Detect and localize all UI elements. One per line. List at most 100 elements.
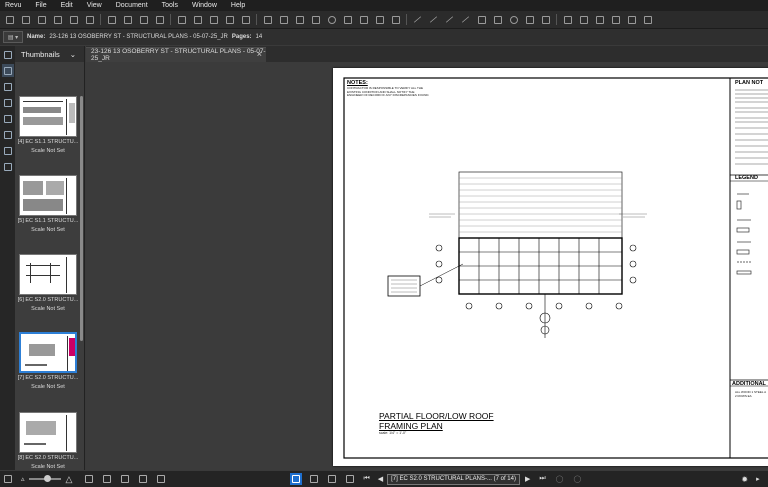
print-icon[interactable] [52,14,63,25]
zoom-slider[interactable] [28,475,61,482]
dimension-icon[interactable] [476,14,487,25]
zoom-tool-icon[interactable] [344,473,356,485]
redo-icon[interactable] [122,14,133,25]
next-page-icon[interactable]: ▶ [525,475,530,483]
menu-edit[interactable]: Edit [54,2,80,9]
polyline-icon[interactable] [444,14,455,25]
studio-icon[interactable] [2,160,14,173]
plan-title: PARTIAL FLOOR/LOW ROOF FRAMING PLAN [379,411,494,431]
open-icon[interactable] [20,14,31,25]
toolchest-icon[interactable] [2,112,14,125]
menu-tools[interactable]: Tools [155,2,185,9]
undo-icon[interactable] [106,14,117,25]
thumbnail-page-5[interactable]: [5] EC S1.1 STRUCTU... Scale Not Set [18,175,78,233]
menu-document[interactable]: Document [109,2,155,9]
expand-icon[interactable]: ▸ [756,475,760,483]
split-horizontal-icon[interactable] [119,473,131,485]
back-view-icon[interactable]: ◯ [556,475,564,483]
cloud-icon[interactable] [524,14,535,25]
document-tab[interactable]: 23-126 13 OSOBERRY ST - STRUCTURAL PLANS… [86,47,266,62]
panel-icon-strip [0,46,15,470]
document-menu-button[interactable]: ▤ ▾ [3,31,23,43]
zoom-in-icon[interactable]: △ [66,474,73,485]
compare-icon[interactable] [155,473,167,485]
thumbnails-icon[interactable] [1,64,14,77]
circle-icon[interactable] [508,14,519,25]
plan-notes-title: PLAN NOT [735,80,764,86]
count-icon[interactable] [578,14,589,25]
list-view-icon[interactable] [2,473,14,485]
split-vertical-icon[interactable] [101,473,113,485]
pan-tool-icon[interactable] [290,473,303,485]
settings-gear-icon[interactable]: ✹ [741,475,748,484]
note-icon[interactable] [310,14,321,25]
sync-icon[interactable] [137,473,149,485]
volume-icon[interactable] [610,14,621,25]
sketch-icon[interactable] [390,14,401,25]
drawing-svg [343,77,768,459]
menu-view[interactable]: View [80,2,109,9]
bookmarks-icon[interactable] [2,80,14,93]
page-navigation-field[interactable]: [7] EC S2.0 STRUCTURAL PLANS-... (7 of 1… [387,473,520,485]
callout-icon[interactable] [294,14,305,25]
menu-file[interactable]: File [28,2,53,9]
thumbnail-page-4[interactable]: [4] EC S1.1 STRUCTU... Scale Not Set [18,96,78,154]
signatures-icon[interactable] [2,144,14,157]
last-page-icon[interactable]: ⏭ [539,475,545,483]
file-access-icon[interactable] [2,48,14,61]
document-canvas[interactable]: NOTES: CONTRACTOR IS RESPONSIBLE TO VERI… [86,62,768,470]
menu-help[interactable]: Help [224,2,252,9]
pen-icon[interactable] [240,14,251,25]
stamp-icon[interactable] [358,14,369,25]
select-tool-icon[interactable] [308,473,320,485]
calibrate-icon[interactable] [642,14,653,25]
additional-line: 2 ROWS EA [735,393,752,398]
layout-icon[interactable] [154,14,165,25]
close-icon[interactable]: × [257,49,262,59]
thumbnail-page-6[interactable]: [6] EC S2.0 STRUCTU... Scale Not Set [18,254,78,312]
image-icon[interactable] [374,14,385,25]
thumbnail-scale: Scale Not Set [31,147,65,154]
line-icon[interactable] [412,14,423,25]
arrow-icon[interactable] [428,14,439,25]
zoom-out-icon[interactable]: ▵ [21,475,25,483]
thumbnail-page-7-selected[interactable]: [7] EC S2.0 STRUCTU... Scale Not Set [18,332,78,390]
document-info-bar: ▤ ▾ Name: 23-126 13 OSOBERRY ST - STRUCT… [0,29,768,45]
ellipse-icon[interactable] [326,14,337,25]
lock-icon[interactable] [224,14,235,25]
menu-window[interactable]: Window [185,2,224,9]
document-name: 23-126 13 OSOBERRY ST - STRUCTURAL PLANS… [49,34,228,40]
menu-revu[interactable]: Revu [0,2,28,9]
chevron-down-icon[interactable]: ⌄ [70,50,76,59]
forward-view-icon[interactable]: ◯ [574,475,582,483]
page-icon[interactable] [84,14,95,25]
first-page-icon[interactable]: ⏮ [363,475,369,483]
polygon-icon[interactable] [342,14,353,25]
new-icon[interactable] [4,14,15,25]
text-select-icon[interactable] [326,473,338,485]
angle-icon[interactable] [626,14,637,25]
eraser-icon[interactable] [192,14,203,25]
layers-icon[interactable] [2,96,14,109]
notes-line: ENGINEER OF RECORD IF ANY DISCREPANCIES … [347,93,430,98]
shape-icon[interactable] [540,14,551,25]
link-icon[interactable] [208,14,219,25]
markup-icon[interactable] [176,14,187,25]
thumbnail-label: [7] EC S2.0 STRUCTU... [17,375,79,381]
pen-line-icon[interactable] [460,14,471,25]
save-icon[interactable] [36,14,47,25]
previous-page-icon[interactable]: ◀ [378,475,383,483]
thumbnail-page-8[interactable]: [8] EC S2.0 STRUCTU... Scale Not Set [18,412,78,470]
email-icon[interactable] [68,14,79,25]
rotate-icon[interactable] [138,14,149,25]
panel-scrollbar[interactable] [80,96,83,341]
thumbnail-scale: Scale Not Set [31,383,65,390]
rectangle-icon[interactable] [492,14,503,25]
markups-list-icon[interactable] [2,128,14,141]
single-page-icon[interactable] [83,473,95,485]
text-icon[interactable] [262,14,273,25]
status-bar: ▵ △ ⏮ ◀ [7] EC S2.0 STRUCTURAL PLANS-...… [0,470,768,487]
measure-icon[interactable] [562,14,573,25]
highlight-icon[interactable] [278,14,289,25]
area-icon[interactable] [594,14,605,25]
